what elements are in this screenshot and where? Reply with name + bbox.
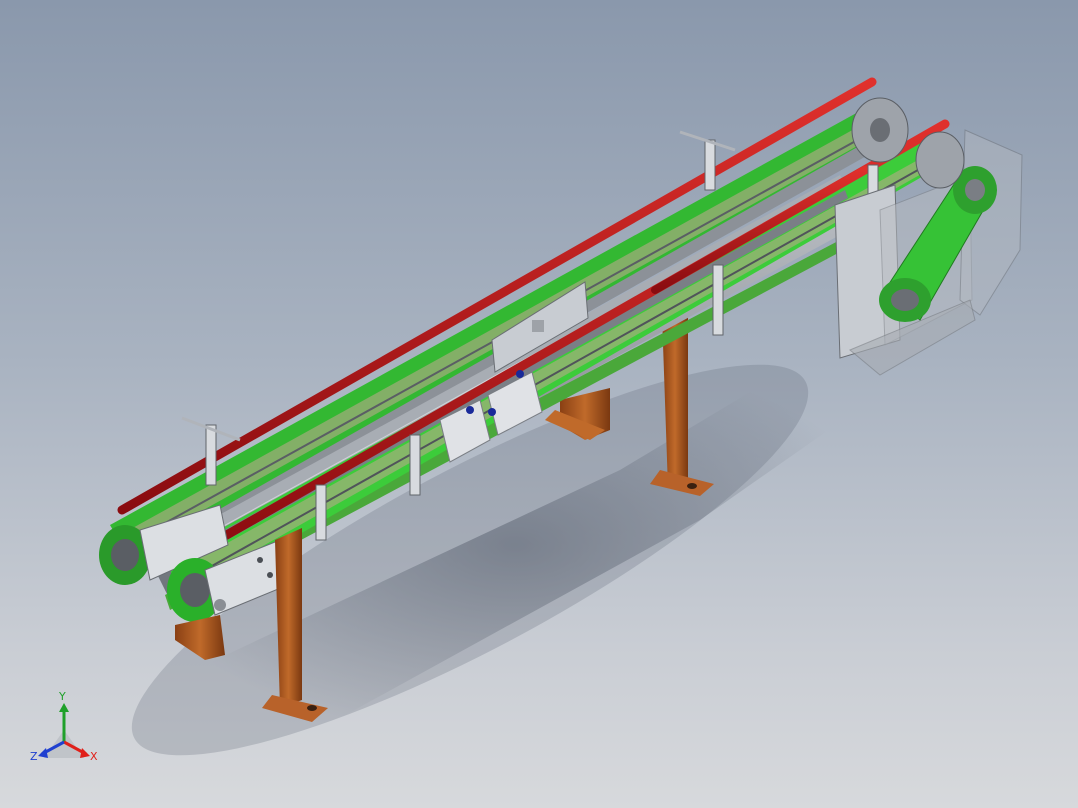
orientation-triad[interactable]: Y X Z [22,690,112,780]
3d-viewport[interactable]: Y X Z [0,0,1078,808]
triad-y-label: Y [59,690,66,703]
conveyor-model[interactable] [0,0,1078,808]
triad-axes-icon [38,703,90,758]
triad-x-label: X [90,750,98,763]
triad-z-label: Z [30,750,38,763]
